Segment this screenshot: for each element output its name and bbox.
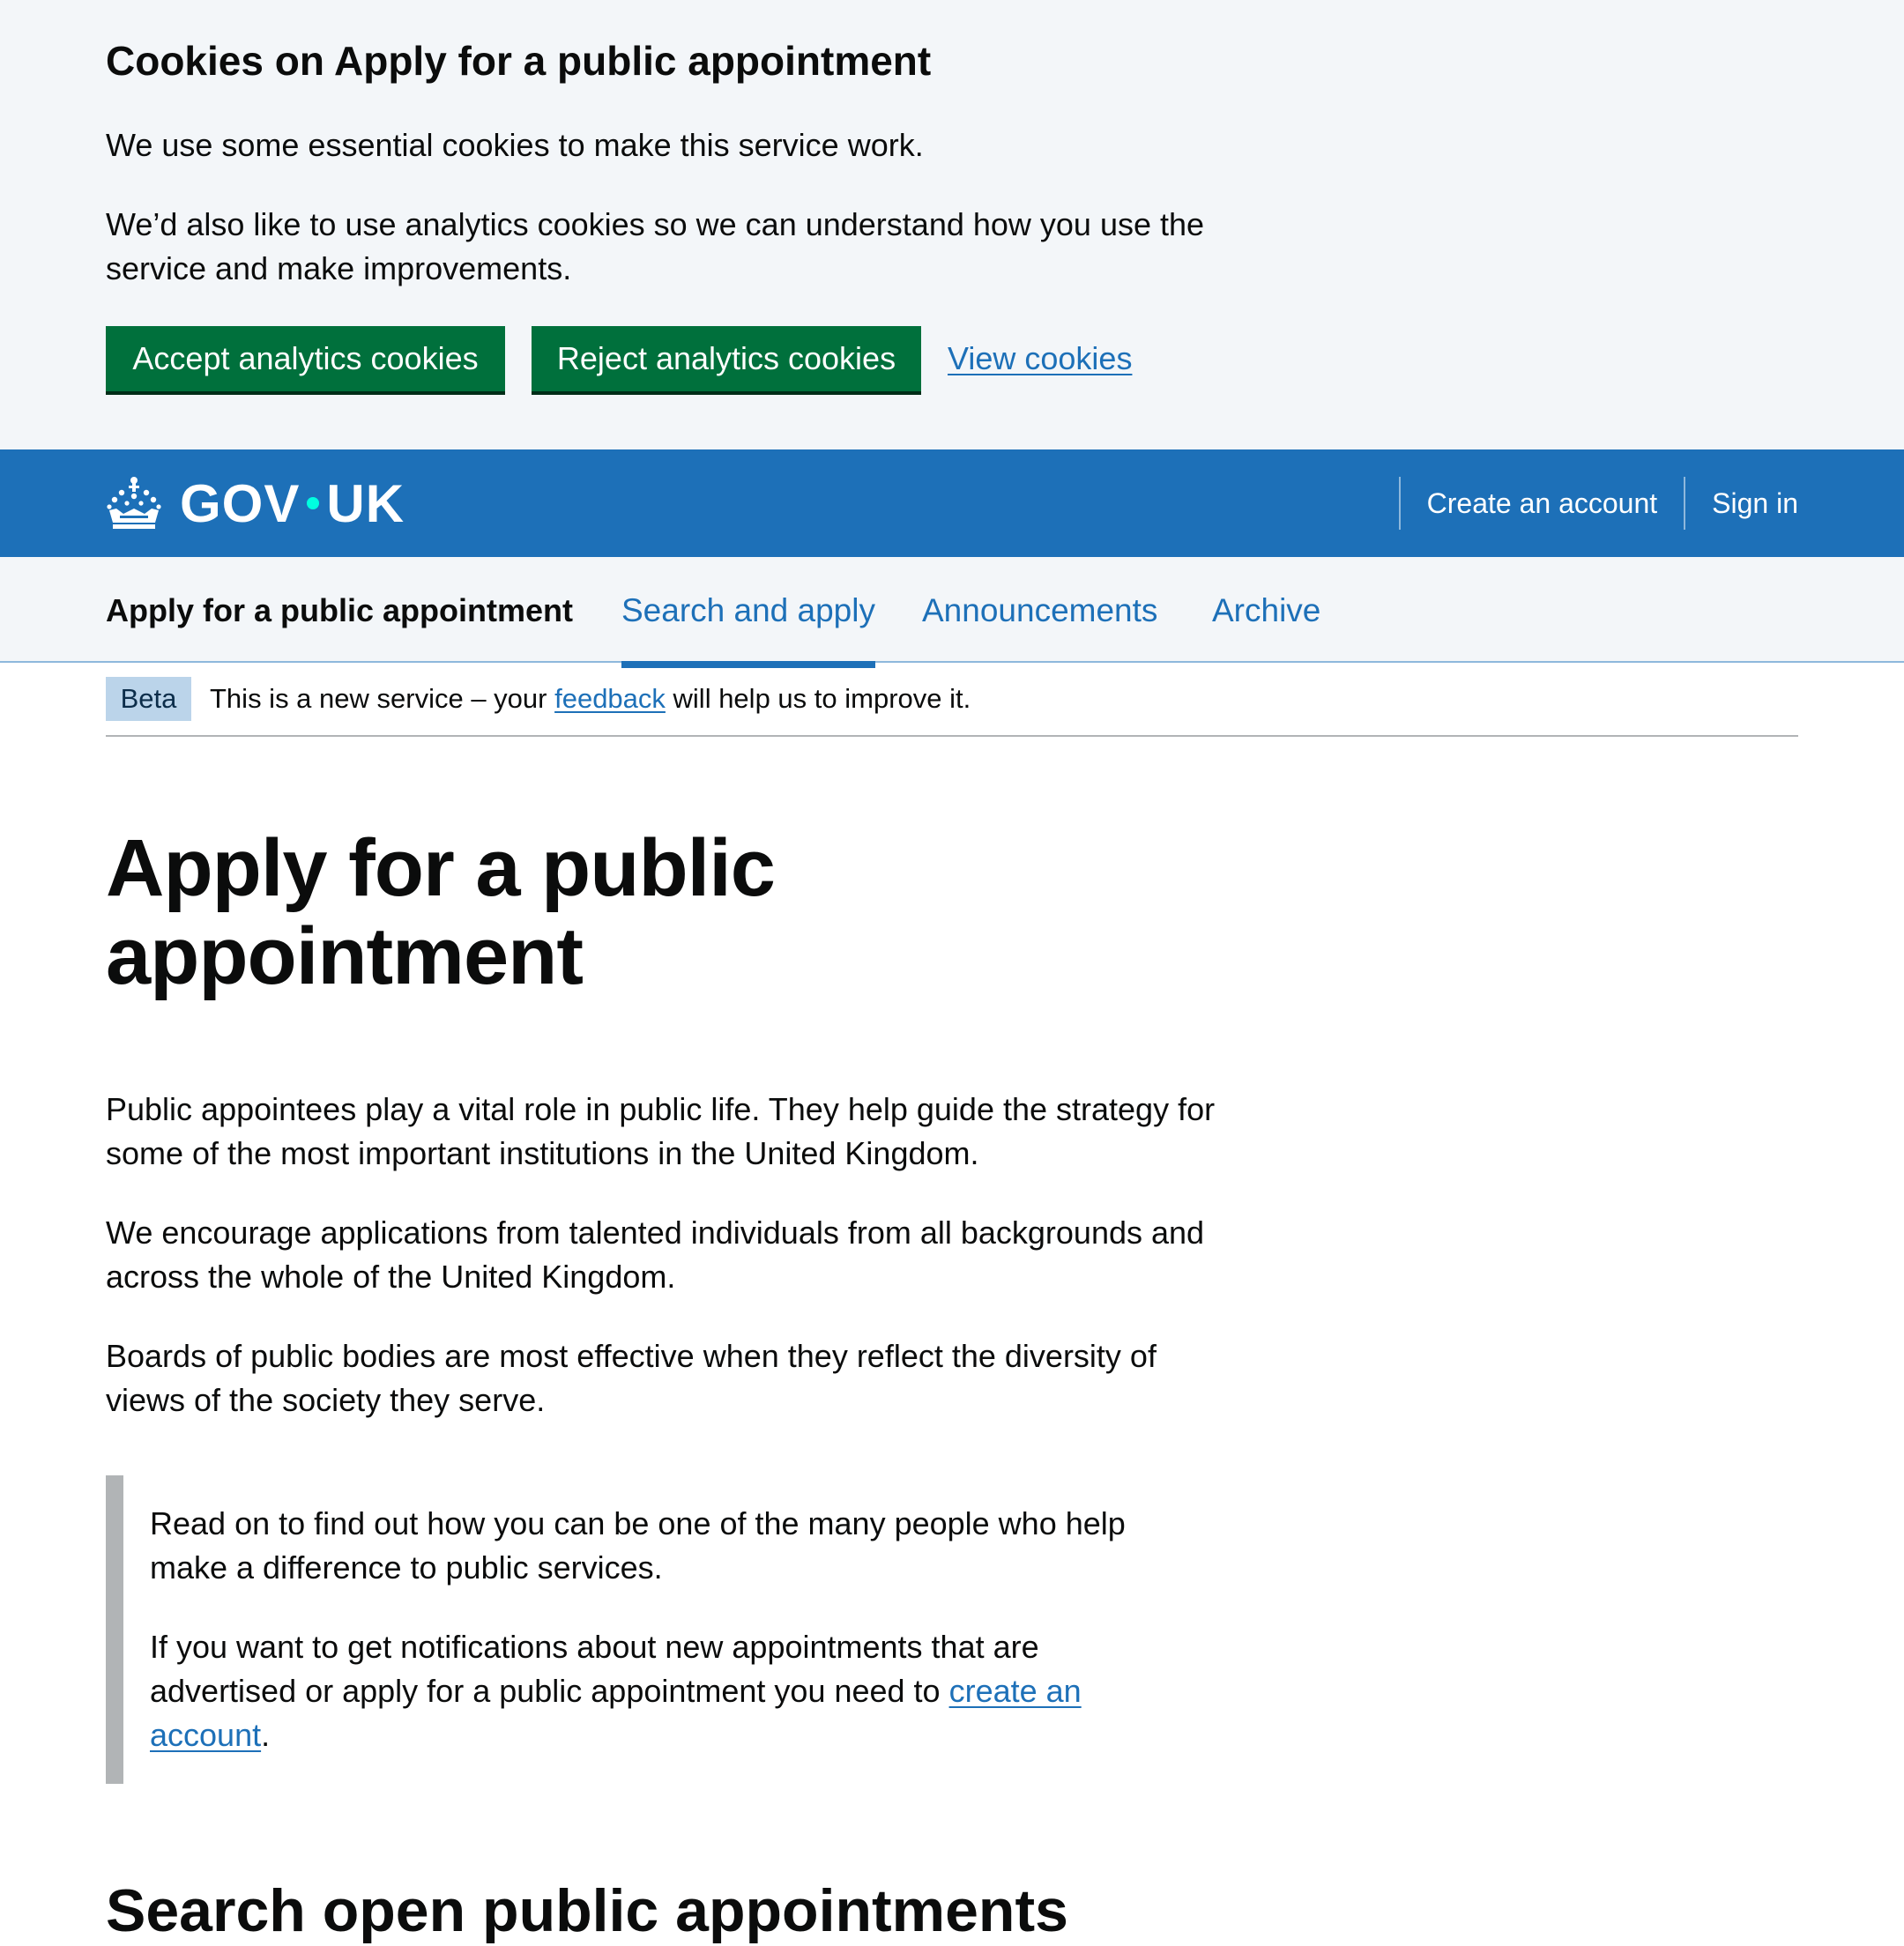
phase-text-after: will help us to improve it. (665, 683, 971, 714)
cookie-banner-title: Cookies on Apply for a public appointmen… (106, 38, 932, 84)
nav-item-search-and-apply[interactable]: Search and apply (621, 589, 875, 668)
phase-banner: Beta This is a new service – your feedba… (106, 663, 1798, 737)
cookie-banner-analytics-text: We’d also like to use analytics cookies … (106, 206, 1205, 286)
reject-analytics-cookies-button[interactable]: Reject analytics cookies (532, 326, 921, 391)
nav-item-archive[interactable]: Archive (1212, 589, 1320, 633)
govuk-logo-text: GOV UK (180, 473, 405, 534)
feedback-link[interactable]: feedback (554, 683, 666, 714)
govuk-logo[interactable]: GOV UK (106, 469, 405, 538)
govuk-header: GOV UK Create an account Sign in (0, 449, 1904, 557)
phase-text-before: This is a new service – your (210, 683, 555, 714)
accept-analytics-cookies-button[interactable]: Accept analytics cookies (106, 326, 505, 391)
cookie-banner: Cookies on Apply for a public appointmen… (0, 0, 1904, 449)
sign-in-link[interactable]: Sign in (1684, 477, 1798, 530)
create-account-link[interactable]: Create an account (1398, 477, 1685, 530)
service-navigation: Apply for a public appointment Search an… (0, 557, 1904, 668)
encourage-paragraph: We encourage applications from talented … (106, 1214, 1205, 1295)
cookie-banner-text: We use some essential cookies to make th… (106, 127, 924, 163)
service-name: Apply for a public appointment (106, 592, 573, 628)
inset-text-before: If you want to get notifications about n… (150, 1629, 1039, 1709)
beta-tag: Beta (106, 677, 191, 721)
inset-text: Read on to find out how you can be one o… (106, 1475, 1199, 1784)
logo-text-gov: GOV (180, 473, 301, 533)
phase-banner-text: This is a new service – your feedback wi… (210, 677, 971, 721)
search-section-heading: Search open public appointments (106, 1877, 1068, 1944)
logo-text-uk: UK (326, 473, 405, 533)
nav-item-announcements[interactable]: Announcements (922, 589, 1157, 633)
crown-icon (107, 477, 161, 529)
logo-dot (307, 497, 320, 509)
page-title: Apply for a public appointment (106, 823, 776, 1001)
inset-paragraph: Read on to find out how you can be one o… (150, 1505, 1126, 1586)
inset-text-after: . (261, 1717, 271, 1753)
diversity-paragraph: Boards of public bodies are most effecti… (106, 1338, 1157, 1418)
header-account-nav: Create an account Sign in (1398, 476, 1798, 531)
intro-paragraph: Public appointees play a vital role in p… (106, 1091, 1216, 1171)
view-cookies-link[interactable]: View cookies (948, 337, 1132, 381)
inset-account-paragraph: If you want to get notifications about n… (150, 1625, 1190, 1757)
